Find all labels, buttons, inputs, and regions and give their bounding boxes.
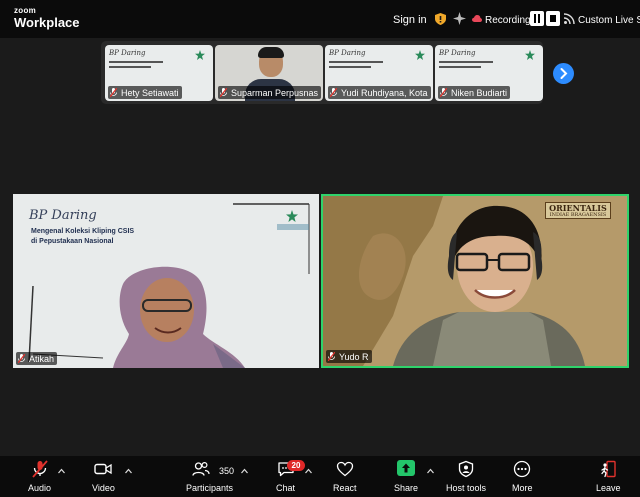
map-label-sub: INDIAE BRAGAENSIS bbox=[549, 212, 607, 218]
meeting-toolbar: Audio Video Participants 350 Chat 20 Rea… bbox=[0, 456, 640, 497]
video-label: Video bbox=[92, 483, 115, 493]
logo-bottom-text: Workplace bbox=[14, 15, 80, 30]
shield-icon[interactable] bbox=[435, 13, 446, 25]
chevron-up-icon[interactable] bbox=[305, 468, 312, 474]
participant-video bbox=[258, 47, 284, 58]
participant-name-tag: Niken Budiarti bbox=[438, 86, 511, 99]
leave-button[interactable]: Leave bbox=[596, 460, 621, 493]
participant-video bbox=[323, 196, 627, 366]
stop-recording-button[interactable] bbox=[546, 11, 560, 26]
slide-text-line bbox=[439, 61, 493, 63]
shield-icon bbox=[458, 460, 474, 478]
participant-count: 350 bbox=[219, 466, 235, 476]
slide-text-line bbox=[439, 66, 481, 68]
next-page-button[interactable] bbox=[553, 63, 574, 84]
host-tools-label: Host tools bbox=[446, 483, 487, 493]
participant-name-tag: Atikah bbox=[16, 352, 58, 365]
participant-name-tag: Yudo R bbox=[326, 350, 372, 363]
audio-button[interactable]: Audio bbox=[28, 460, 51, 493]
chevron-right-icon bbox=[560, 68, 568, 79]
emblem-icon bbox=[415, 50, 425, 60]
heart-icon bbox=[336, 461, 353, 477]
participants-icon bbox=[191, 461, 210, 476]
slide-org-text bbox=[277, 224, 309, 230]
mic-muted-icon bbox=[328, 352, 335, 361]
emblem-icon bbox=[525, 50, 535, 60]
participant-name: Atikah bbox=[29, 353, 55, 364]
slide-title-line: Mengenal Koleksi Kliping CSIS bbox=[31, 228, 135, 235]
logo-top-text: zoom bbox=[14, 6, 37, 15]
video-camera-icon bbox=[94, 463, 113, 475]
participant-thumbnail[interactable]: Suparman Perpusnas bbox=[215, 45, 323, 101]
chevron-up-icon[interactable] bbox=[427, 468, 434, 474]
thumbnail-strip: BP Daring Hety Setiawati Suparman Perpus… bbox=[101, 41, 543, 104]
live-stream-icon bbox=[564, 13, 575, 24]
participant-name: Yudi Ruhdiyana, Kota bbox=[341, 87, 428, 98]
mic-muted-icon bbox=[110, 88, 117, 97]
slide-brand: BP Daring bbox=[29, 208, 97, 223]
slide-brand-mini: BP Daring bbox=[439, 49, 476, 57]
zoom-logo: zoom Workplace bbox=[14, 6, 80, 30]
participants-button[interactable]: Participants bbox=[186, 460, 233, 493]
participant-name: Hety Setiawati bbox=[121, 87, 179, 98]
map-title-label: ORIENTALIS INDIAE BRAGAENSIS bbox=[545, 202, 611, 219]
participant-thumbnail[interactable]: BP Daring Yudi Ruhdiyana, Kota bbox=[325, 45, 433, 101]
slide-text-line bbox=[109, 61, 163, 63]
title-bar: zoom Workplace Sign in Recording... Cust… bbox=[0, 0, 640, 38]
more-dots-icon bbox=[514, 460, 531, 478]
participants-label: Participants bbox=[186, 483, 234, 493]
live-stream-status[interactable]: Custom Live Stre bbox=[578, 15, 640, 26]
emblem-icon bbox=[195, 50, 205, 60]
slide-brand-mini: BP Daring bbox=[109, 49, 146, 57]
participant-thumbnail[interactable]: BP Daring Hety Setiawati bbox=[105, 45, 213, 101]
participant-name-tag: Hety Setiawati bbox=[108, 86, 182, 99]
participant-name: Niken Budiarti bbox=[451, 87, 508, 98]
slide-text-line bbox=[329, 66, 371, 68]
mic-muted-icon bbox=[330, 88, 337, 97]
leave-door-icon bbox=[601, 460, 616, 478]
slide-text-line bbox=[329, 61, 383, 63]
react-label: React bbox=[333, 483, 357, 493]
chat-label: Chat bbox=[276, 483, 296, 493]
video-button[interactable]: Video bbox=[92, 460, 115, 493]
pause-recording-button[interactable] bbox=[530, 11, 544, 26]
participant-name: Suparman Perpusnas bbox=[231, 87, 319, 98]
video-tile-yudo[interactable]: ORIENTALIS INDIAE BRAGAENSIS Yudo R bbox=[321, 194, 629, 368]
mic-muted-icon bbox=[18, 354, 25, 363]
host-tools-button[interactable]: Host tools bbox=[446, 460, 486, 493]
participant-thumbnail[interactable]: BP Daring Niken Budiarti bbox=[435, 45, 543, 101]
video-tile-atikah[interactable]: BP Daring Mengenal Koleksi Kliping CSIS … bbox=[13, 194, 319, 368]
chat-unread-badge: 20 bbox=[287, 460, 305, 471]
mic-muted-icon bbox=[31, 460, 48, 478]
slide-brand-mini: BP Daring bbox=[329, 49, 366, 57]
slide-title: Mengenal Koleksi Kliping CSIS di Pepusta… bbox=[31, 227, 181, 247]
ai-sparkle-icon[interactable] bbox=[453, 12, 466, 25]
cloud-recording-icon bbox=[472, 15, 482, 22]
mic-muted-icon bbox=[440, 88, 447, 97]
chevron-up-icon[interactable] bbox=[58, 468, 65, 474]
participant-name-tag: Yudi Ruhdiyana, Kota bbox=[328, 86, 431, 99]
sign-in-link[interactable]: Sign in bbox=[393, 14, 427, 26]
share-screen-icon bbox=[397, 460, 416, 478]
share-button[interactable]: Share bbox=[394, 460, 418, 493]
share-label: Share bbox=[394, 483, 419, 493]
slide-title-line: di Pepustakaan Nasional bbox=[31, 238, 114, 245]
mic-muted-icon bbox=[220, 88, 227, 97]
slide-text-line bbox=[109, 66, 151, 68]
leave-label: Leave bbox=[596, 483, 621, 493]
meeting-stage: BP Daring Hety Setiawati Suparman Perpus… bbox=[0, 38, 640, 456]
arrow-up-icon bbox=[402, 463, 411, 473]
participant-name-tag: Suparman Perpusnas bbox=[218, 86, 322, 99]
audio-label: Audio bbox=[28, 483, 52, 493]
participant-name: Yudo R bbox=[339, 351, 369, 362]
chevron-up-icon[interactable] bbox=[125, 468, 132, 474]
more-label: More bbox=[512, 483, 533, 493]
emblem-icon bbox=[286, 210, 298, 222]
react-button[interactable]: React bbox=[333, 460, 357, 493]
chevron-up-icon[interactable] bbox=[241, 468, 248, 474]
more-button[interactable]: More bbox=[512, 460, 533, 493]
